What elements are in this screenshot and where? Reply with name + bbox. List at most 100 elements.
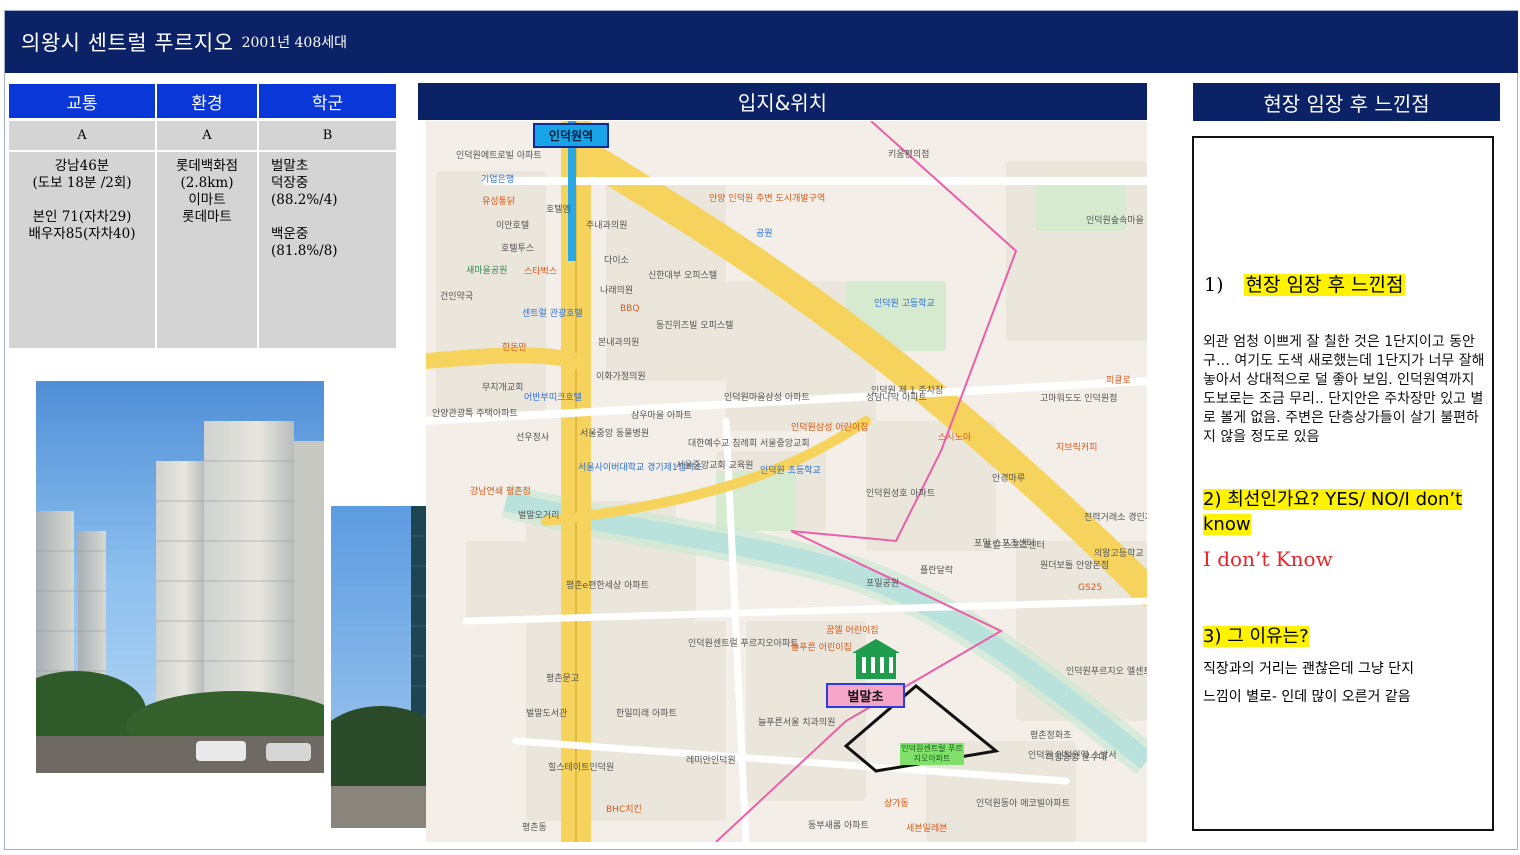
map-place-label[interactable]: 의왕고등학교 플러스센터 — [1094, 549, 1147, 559]
map-place-label[interactable]: 인덕원동아 에코빌아파트 — [976, 799, 1070, 809]
environment-line: 이마트 — [188, 192, 226, 208]
school-line: 백운중 — [271, 226, 309, 242]
map-place-label[interactable]: 인덕원센트럴 푸르지오아파트 — [688, 639, 799, 649]
map-place-label[interactable]: 대한예수교 침례회 서울중앙교회 — [688, 439, 810, 449]
map-place-label[interactable]: 인덕원숲속마을 4단지아파트 — [1086, 216, 1147, 226]
question-1-number: 1) — [1204, 274, 1224, 296]
map-place-label[interactable]: 지브릭커피 — [1056, 443, 1097, 453]
map-place-label[interactable]: 이안호텔 — [496, 221, 529, 231]
map-place-label[interactable]: 레미안인덕원 — [686, 756, 736, 766]
map-place-label[interactable]: 원더보틀 안양본점 — [1040, 561, 1109, 571]
map-place-label[interactable]: 호텔엠 — [546, 205, 571, 215]
header-traffic: 교통 — [9, 84, 157, 118]
header-environment: 환경 — [157, 84, 259, 118]
location-map[interactable]: 인덕원역 벌말초 인덕원센트럴 푸르지오아파트 인덕원에트로빌 아파트 기업은행… — [426, 121, 1147, 842]
map-place-label[interactable]: 스타벅스 — [524, 267, 557, 277]
question-2-text: 2) 최선인가요? YES/ NO/I don’t know — [1203, 489, 1463, 535]
map-place-label[interactable]: 벌말도서관 — [526, 709, 567, 719]
school-line: 덕장중 — [271, 175, 309, 191]
map-place-label[interactable]: 안양 인덕원 주변 도시개발구역 — [709, 194, 825, 204]
environment-line: 롯데백화점 — [175, 158, 239, 174]
school-line: 벌말초 — [271, 158, 309, 174]
map-place-label[interactable]: 한일미래 아파트 — [616, 709, 677, 719]
question-1: 1) 현장 임장 후 느낀점 — [1204, 270, 1406, 297]
impression-title: 현장 임장 후 느낀점 — [1193, 83, 1500, 121]
answer-text: I don’t Know — [1203, 547, 1333, 571]
map-place-label[interactable]: 상가동 — [884, 799, 909, 809]
page-subtitle: 2001년 408세대 — [241, 35, 348, 51]
map-place-label[interactable]: 동부새롬 아파트 — [808, 821, 869, 831]
map-place-label[interactable]: 안양관광특 주택아파트 — [432, 409, 518, 419]
map-place-label[interactable]: 인덕원 초등학교 — [760, 466, 821, 476]
map-place-label[interactable]: 새마을공원 — [466, 266, 507, 276]
map-place-label[interactable]: 호텔투스 — [501, 244, 534, 254]
page-title: 의왕시 센트럴 푸르지오 — [21, 31, 234, 55]
map-place-label[interactable]: 기업은행 — [481, 175, 514, 185]
map-place-label[interactable]: 고마워도도 인덕원점 — [1040, 394, 1117, 404]
map-place-label[interactable]: 인덕원에트로빌 아파트 — [456, 151, 542, 161]
map-place-label[interactable]: BHC치킨 — [606, 805, 642, 815]
map-place-label[interactable]: BBQ — [620, 304, 639, 314]
traffic-line: 본인 71(자차29) — [32, 209, 132, 225]
school-line: (81.8%/8) — [271, 243, 338, 259]
map-place-label[interactable]: 평촌e편한세상 아파트 — [566, 581, 649, 591]
map-place-label[interactable]: 공원 — [756, 229, 773, 239]
map-place-label[interactable]: 평촌정화조 — [1030, 731, 1071, 741]
map-place-label[interactable]: 벌말오거리 — [518, 511, 559, 521]
question-3-text: 3) 그 이유는? — [1203, 626, 1309, 647]
map-place-label[interactable]: 힐스테이트인덕원 — [548, 763, 614, 773]
school-label[interactable]: 벌말초 — [826, 683, 905, 708]
map-place-label[interactable]: 인덕원마을삼성 아파트 — [724, 393, 810, 403]
grade-school: B — [259, 121, 398, 150]
map-place-label[interactable]: 포일 스포츠센터 — [984, 541, 1045, 551]
target-apartment-label[interactable]: 인덕원센트럴 푸르지오아파트 — [900, 743, 964, 765]
map-place-label[interactable]: 본내과의원 — [598, 338, 639, 348]
map-place-label[interactable]: 평촌동 — [522, 823, 547, 833]
map-place-label[interactable]: 안경마루 — [992, 474, 1025, 484]
map-place-label[interactable]: 이화가정의원 — [596, 372, 646, 382]
map-place-label[interactable]: 서울중앙 동물병원 — [580, 429, 649, 439]
map-place-label[interactable]: 꿈엘 어린이집 — [826, 626, 879, 636]
map-place-label[interactable]: 선우정사 — [516, 433, 549, 443]
map-place-label[interactable]: 세븐일레븐 — [906, 824, 947, 834]
station-label[interactable]: 인덕원역 — [533, 123, 609, 148]
map-place-label[interactable]: GS25 — [1078, 583, 1102, 593]
traffic-line: (도보 18분 /2회) — [32, 175, 132, 191]
map-place-label[interactable]: 포일공원 — [866, 579, 899, 589]
summary-table: 교통 환경 학군 A A B 강남46분 (도보 18분 /2회) 본인 71(… — [9, 84, 398, 348]
school-details: 벌말초 덕장중 (88.2%/4) 백운중 (81.8%/8) — [259, 152, 398, 348]
map-place-label[interactable]: 한돈만 — [502, 343, 527, 353]
environment-details: 롯데백화점 (2.8km) 이마트 롯데마트 — [157, 152, 259, 348]
map-place-label[interactable]: 건인약국 — [440, 292, 473, 302]
map-place-label[interactable]: 스시노아 — [938, 433, 971, 443]
map-place-label[interactable]: 인덕원삼성 어린이집 — [791, 423, 868, 433]
map-place-label[interactable]: 성남나막 아파트 — [866, 393, 927, 403]
map-place-label[interactable]: 어반부띠크호텔 — [524, 393, 582, 403]
question-1-text: 현장 임장 후 느낀점 — [1243, 274, 1406, 296]
grade-environment: A — [157, 121, 259, 150]
map-place-label[interactable]: 플란달락 — [920, 566, 953, 576]
map-place-label[interactable]: 평촌문고 — [546, 674, 579, 684]
map-place-label[interactable]: 피클로 — [1106, 376, 1131, 386]
map-place-label[interactable]: 센트럴 관광호텔 — [522, 309, 583, 319]
map-place-label[interactable]: 늘푸른서울 치과의원 — [758, 718, 835, 728]
map-place-label[interactable]: 키움편의점 — [888, 150, 929, 160]
map-place-label[interactable]: 신한대부 오피스텔 — [648, 271, 717, 281]
map-place-label[interactable]: 늘푸른 어린이집 — [791, 643, 852, 653]
map-place-label[interactable]: 삼우마을 아파트 — [631, 411, 692, 421]
map-place-label[interactable]: 나래의원 — [600, 286, 633, 296]
map-place-label[interactable]: 서울중앙교회 교육원 — [676, 461, 753, 471]
map-place-label[interactable]: 인덕원성호 아파트 — [866, 489, 935, 499]
map-place-label[interactable]: 인덕원 고등학교 — [874, 299, 935, 309]
map-place-label[interactable]: 인덕원푸르지오 엘센트로아파트 — [1066, 667, 1147, 677]
map-place-label[interactable]: 다이소 — [604, 256, 629, 266]
map-place-label[interactable]: 전력거래소 경인지사 — [1084, 513, 1147, 523]
map-place-label[interactable]: 동진위즈빌 오피스텔 — [656, 321, 733, 331]
map-place-label[interactable]: 강남연쇄 평촌점 — [470, 487, 531, 497]
map-place-label[interactable]: 주내과의원 — [586, 221, 627, 231]
header-school: 학군 — [259, 84, 398, 118]
map-place-label[interactable]: 인덕원 인덕원역 소방서 — [1028, 751, 1117, 761]
map-place-label[interactable]: 유성통닭 — [482, 197, 515, 207]
apartment-photo — [36, 381, 324, 773]
map-place-label[interactable]: 무지개교회 — [482, 383, 523, 393]
